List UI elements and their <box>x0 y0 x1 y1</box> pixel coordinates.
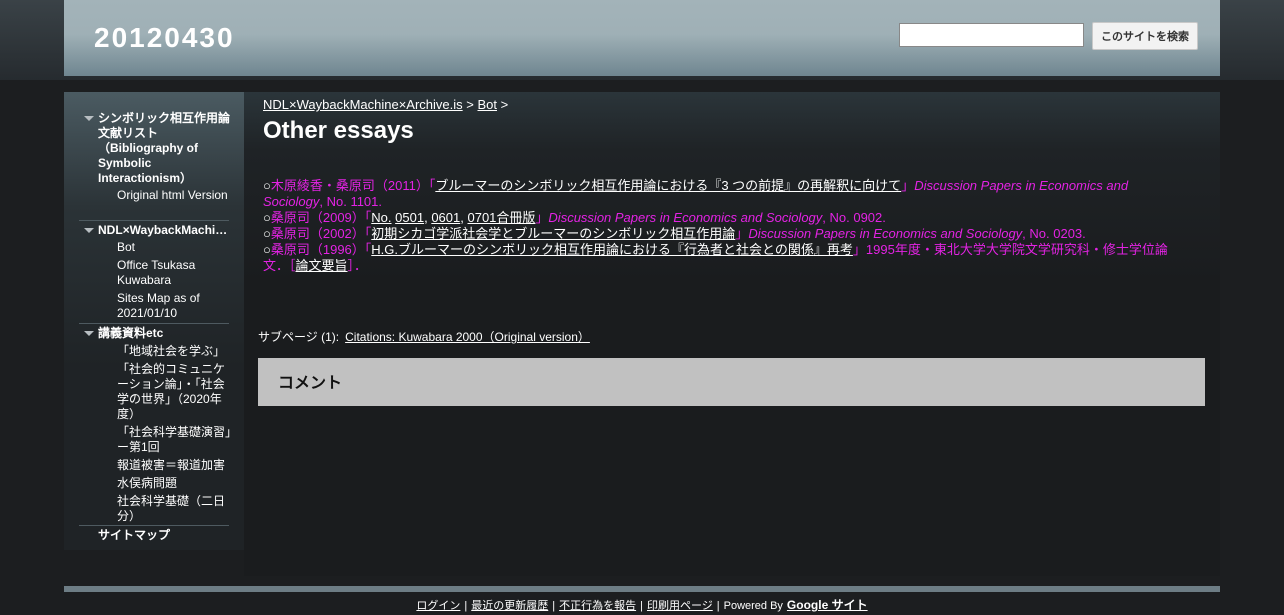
entry-title-link-a[interactable]: H.G.ブルーマーのシンボリック相互作用論における『 <box>371 242 684 257</box>
sidebar-item-ndl[interactable]: NDL×WaybackMachi… <box>98 223 233 238</box>
footer-link-report-abuse[interactable]: 不正行為を報告 <box>559 600 636 612</box>
footer-separator: | <box>716 600 720 612</box>
entry-title-link[interactable]: ブルーマーのシンボリック相互作用論における『3 つの前提』の再解釈に向けて <box>435 178 901 193</box>
entry-link-0601[interactable]: 0601 <box>431 210 460 225</box>
sidebar-item-lecture-6[interactable]: 社会科学基礎（二日分） <box>117 494 232 524</box>
essay-entry-4: ○桑原司（1996）「H.G.ブルーマーのシンボリック相互作用論における『行為者… <box>263 242 1188 274</box>
sidebar-item-sitesmap[interactable]: Sites Map as of 2021/01/10 <box>117 291 232 321</box>
sidebar-item-bibliography[interactable]: シンボリック相互作用論文献リスト（Bibliography of Symboli… <box>98 111 233 186</box>
entry-bullet: ○ <box>263 242 271 257</box>
footer-separator: | <box>464 600 468 612</box>
footer-link-login[interactable]: ログイン <box>416 600 460 612</box>
sidebar-item-lecture-5[interactable]: 水俣病問題 <box>117 476 232 491</box>
breadcrumb-separator: > <box>466 97 474 112</box>
entry-bullet: ○ <box>263 226 271 241</box>
sidebar-divider <box>79 525 229 526</box>
footer-link-recent-changes[interactable]: 最近の更新履歴 <box>471 600 548 612</box>
search-button[interactable]: このサイトを検索 <box>1092 22 1198 50</box>
essay-entry-3: ○桑原司（2002）「初期シカゴ学派社会学とブルーマーのシンボリック相互作用論」… <box>263 226 1188 242</box>
entry-authors: 桑原司（1996）「 <box>270 242 372 257</box>
sidebar-item-lecture-4[interactable]: 報道被害＝報道加害 <box>117 458 232 473</box>
entry-close: 」 <box>735 226 749 241</box>
comments-section: コメント <box>258 358 1205 406</box>
breadcrumb-separator: > <box>500 97 509 112</box>
entry-journal: Discussion Papers in Economics and Socio… <box>548 210 823 225</box>
entry-title-link[interactable]: 初期シカゴ学派社会学とブルーマーのシンボリック相互作用論 <box>371 226 735 241</box>
entry-journal: Discussion Papers in Economics and Socio… <box>748 226 1023 241</box>
sidebar-item-original-html[interactable]: Original html Version <box>117 188 232 203</box>
site-header: 20120430 このサイトを検索 <box>64 0 1220 76</box>
page-title: Other essays <box>263 117 414 144</box>
entry-link-no[interactable]: No. <box>371 210 391 225</box>
subpages: サブページ (1): Citations: Kuwabara 2000（Origi… <box>258 328 590 345</box>
footer-bar <box>64 586 1220 592</box>
entry-authors: 木原綾香・桑原司（2011）「 <box>270 178 436 193</box>
sidebar-item-office[interactable]: Office Tsukasa Kuwabara <box>117 258 232 288</box>
entry-title-link-b[interactable]: 行為者と社会との関係 <box>684 242 814 257</box>
entry-comma: , <box>460 210 464 225</box>
entry-bullet: ○ <box>263 178 271 193</box>
expand-triangle-icon[interactable] <box>84 331 94 336</box>
entry-number: , No. 0902. <box>822 210 886 225</box>
entry-link-0701[interactable]: 0701合冊版 <box>467 210 535 225</box>
essay-entry-1: ○木原綾香・桑原司（2011）「ブルーマーのシンボリック相互作用論における『3 … <box>263 178 1188 210</box>
sidebar-item-sitemap[interactable]: サイトマップ <box>98 528 233 543</box>
sidebar-nav: シンボリック相互作用論文献リスト（Bibliography of Symboli… <box>64 92 244 550</box>
sidebar-divider <box>79 323 229 324</box>
sidebar-item-lectures[interactable]: 講義資料etc <box>98 326 233 341</box>
entry-abstract-link[interactable]: 論文要旨 <box>296 258 348 273</box>
sidebar-item-lecture-3[interactable]: 「社会科学基礎演習」ー第1回 <box>117 425 232 455</box>
entry-authors: 桑原司（2002）「 <box>270 226 372 241</box>
subpage-link[interactable]: Citations: Kuwabara 2000（Original versio… <box>345 330 590 344</box>
breadcrumb-link-bot[interactable]: Bot <box>478 97 498 112</box>
entry-close: 」 <box>535 210 549 225</box>
footer-link-google-sites[interactable]: Google サイト <box>787 598 868 612</box>
sidebar-divider <box>79 220 229 221</box>
footer-separator: | <box>640 600 643 612</box>
entry-number: , No. 0203. <box>1022 226 1086 241</box>
entry-link-0501[interactable]: 0501 <box>395 210 424 225</box>
subpages-label: サブページ (1): <box>258 330 340 344</box>
entry-title-link-c[interactable]: 』再考 <box>814 242 853 257</box>
sidebar-item-lecture-1[interactable]: 「地域社会を学ぶ」 <box>117 344 232 359</box>
entry-authors: 桑原司（2009）「 <box>270 210 372 225</box>
entry-number: , No. 1101. <box>319 194 383 209</box>
entry-comma: , <box>424 210 428 225</box>
entry-close: 」 <box>901 178 915 193</box>
search-input[interactable] <box>899 23 1084 47</box>
entry-end: ］． <box>347 258 368 273</box>
comments-title: コメント <box>278 375 343 392</box>
site-title[interactable]: 20120430 <box>94 22 235 54</box>
footer-link-print[interactable]: 印刷用ページ <box>647 600 713 612</box>
footer-powered-by: Powered By <box>723 600 783 612</box>
essay-entry-2: ○桑原司（2009）「No. 0501, 0601, 0701合冊版」Discu… <box>263 210 1188 226</box>
entry-bullet: ○ <box>263 210 271 225</box>
sidebar-item-bot[interactable]: Bot <box>117 240 232 255</box>
expand-triangle-icon[interactable] <box>84 228 94 233</box>
breadcrumb-link-ndl[interactable]: NDL×WaybackMachine×Archive.is <box>263 97 463 112</box>
footer: ログイン | 最近の更新履歴 | 不正行為を報告 | 印刷用ページ | Powered By Go… <box>0 596 1284 613</box>
footer-separator: | <box>552 600 556 612</box>
breadcrumb: NDL×WaybackMachine×Archive.is > Bot > <box>263 97 508 112</box>
sidebar-item-lecture-2[interactable]: 「社会的コミュニケーション論」・「社会学の世界」（2020年度） <box>117 362 232 422</box>
expand-triangle-icon[interactable] <box>84 116 94 121</box>
main-content: NDL×WaybackMachine×Archive.is > Bot > Ot… <box>244 92 1220 576</box>
